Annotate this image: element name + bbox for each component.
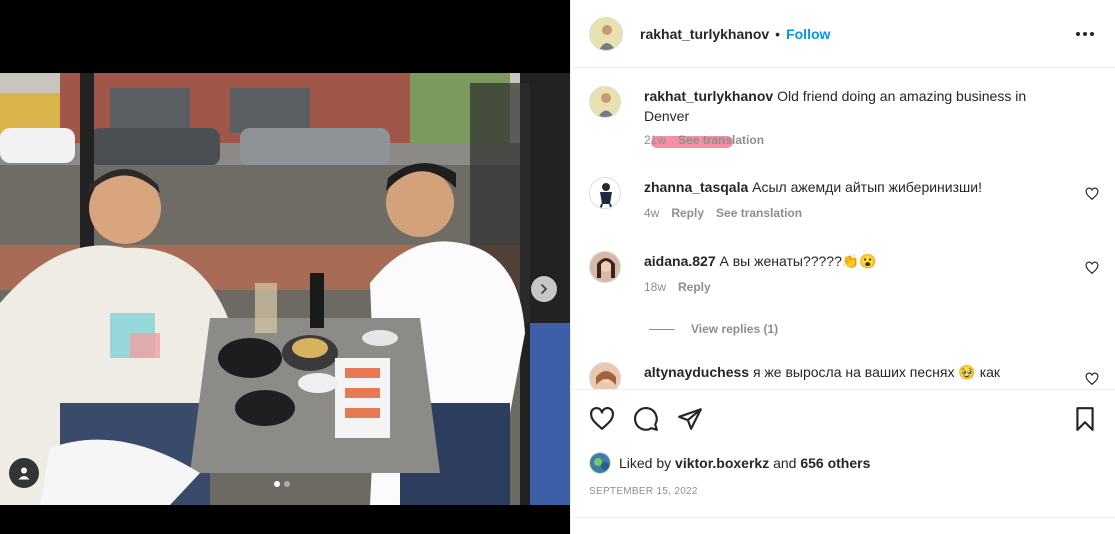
commenter-avatar[interactable] [589, 251, 621, 283]
likes-connector: and [773, 455, 797, 471]
comment-like-heart-icon[interactable] [1085, 261, 1099, 275]
caption-body: rakhat_turlykhanov Old friend doing an a… [644, 86, 1069, 150]
avatar-image [590, 17, 622, 50]
avatar-image [590, 363, 620, 389]
see-translation-link[interactable]: See translation [678, 130, 764, 150]
avatar-image [590, 178, 620, 208]
comment-meta: 18w Reply [644, 277, 1069, 297]
comment-body: aidana.827 А вы женаты?????👏😮 18w Reply [644, 251, 1069, 297]
caption-time: 21w [644, 133, 667, 147]
caption-text-line2: Denver [644, 108, 690, 124]
likes-prefix: Liked by [619, 455, 672, 471]
next-photo-button[interactable] [531, 276, 557, 302]
view-replies-button[interactable]: View replies (1) [649, 322, 778, 336]
likes-summary: Liked by viktor.boxerkz and 656 others [589, 452, 870, 474]
comment-body: zhanna_tasqala Асыл ажемди айтып жиберин… [644, 177, 1069, 223]
commenter-avatar[interactable] [589, 362, 621, 389]
author-avatar[interactable] [589, 16, 623, 51]
bookmark-icon[interactable] [1072, 406, 1098, 432]
comment-username[interactable]: zhanna_tasqala [644, 179, 748, 195]
avatar-image [590, 252, 620, 282]
follow-button[interactable]: Follow [786, 26, 830, 42]
likes-others-link[interactable]: 656 others [800, 455, 870, 471]
action-bar [571, 389, 1115, 449]
more-horizontal-icon [1076, 32, 1080, 36]
comment-body: altynayduchess я же выросла на ваших пес… [644, 362, 1069, 382]
caption-author-avatar[interactable] [589, 86, 621, 118]
tagged-users-button[interactable] [9, 458, 39, 488]
comment-row: altynayduchess я же выросла на ваших пес… [589, 362, 1099, 389]
comment-text: я же выросла на ваших песнях 🥹 как [752, 364, 1001, 380]
comment-time: 4w [644, 206, 660, 220]
separator-dot: • [775, 25, 781, 42]
more-dot [1090, 32, 1094, 36]
view-replies-label: View replies (1) [691, 322, 779, 336]
comment-like-heart-icon[interactable] [1085, 187, 1099, 201]
post-date: SEPTEMBER 15, 2022 [589, 486, 698, 497]
divider [571, 517, 1115, 518]
more-dot [1083, 32, 1087, 36]
caption-row: rakhat_turlykhanov Old friend doing an a… [589, 86, 1099, 156]
caption-username[interactable]: rakhat_turlykhanov [644, 88, 773, 104]
author-username[interactable]: rakhat_turlykhanov [640, 26, 769, 42]
caption-meta: 21w See translation [644, 130, 1069, 150]
comment-text: А вы женаты?????👏😮 [719, 253, 877, 269]
avatar-image [590, 453, 610, 473]
view-replies-line [649, 328, 675, 330]
comment-icon[interactable] [633, 406, 659, 432]
comment-row: aidana.827 А вы женаты?????👏😮 18w Reply [589, 251, 1099, 311]
post-header: rakhat_turlykhanov • Follow [571, 0, 1115, 68]
comment-time: 18w [644, 280, 667, 294]
liker-avatar[interactable] [589, 452, 611, 474]
more-options-button[interactable] [1073, 22, 1097, 46]
comment-username[interactable]: altynayduchess [644, 364, 749, 380]
liker-username[interactable]: viktor.boxerkz [675, 455, 769, 471]
chevron-right-icon [541, 284, 548, 294]
carousel-dot-active [274, 481, 280, 487]
heart-icon[interactable] [589, 406, 615, 432]
comment-username[interactable]: aidana.827 [644, 253, 716, 269]
caption-text: Old friend doing an amazing business in [777, 88, 1027, 104]
carousel-dot [284, 481, 290, 487]
paper-plane-icon[interactable] [677, 406, 703, 432]
post-media [0, 0, 570, 534]
person-icon [18, 467, 30, 480]
commenter-avatar[interactable] [589, 177, 621, 209]
comment-text: Асыл ажемди айтып жиберинизши! [752, 179, 982, 195]
comment-like-heart-icon[interactable] [1085, 372, 1099, 386]
comments-list[interactable]: rakhat_turlykhanov Old friend doing an a… [571, 69, 1115, 389]
comment-meta: 4w Reply See translation [644, 203, 1069, 223]
reply-button[interactable]: Reply [678, 277, 711, 297]
post-panel: rakhat_turlykhanov • Follow rakhat_turly… [570, 0, 1115, 534]
comment-row: zhanna_tasqala Асыл ажемди айтып жиберин… [589, 177, 1099, 237]
post-photo[interactable] [0, 73, 570, 505]
reply-button[interactable]: Reply [671, 203, 704, 223]
carousel-indicator [274, 481, 290, 487]
see-translation-link[interactable]: See translation [716, 203, 802, 223]
photo-illustration [0, 73, 570, 505]
avatar-image [590, 87, 620, 117]
